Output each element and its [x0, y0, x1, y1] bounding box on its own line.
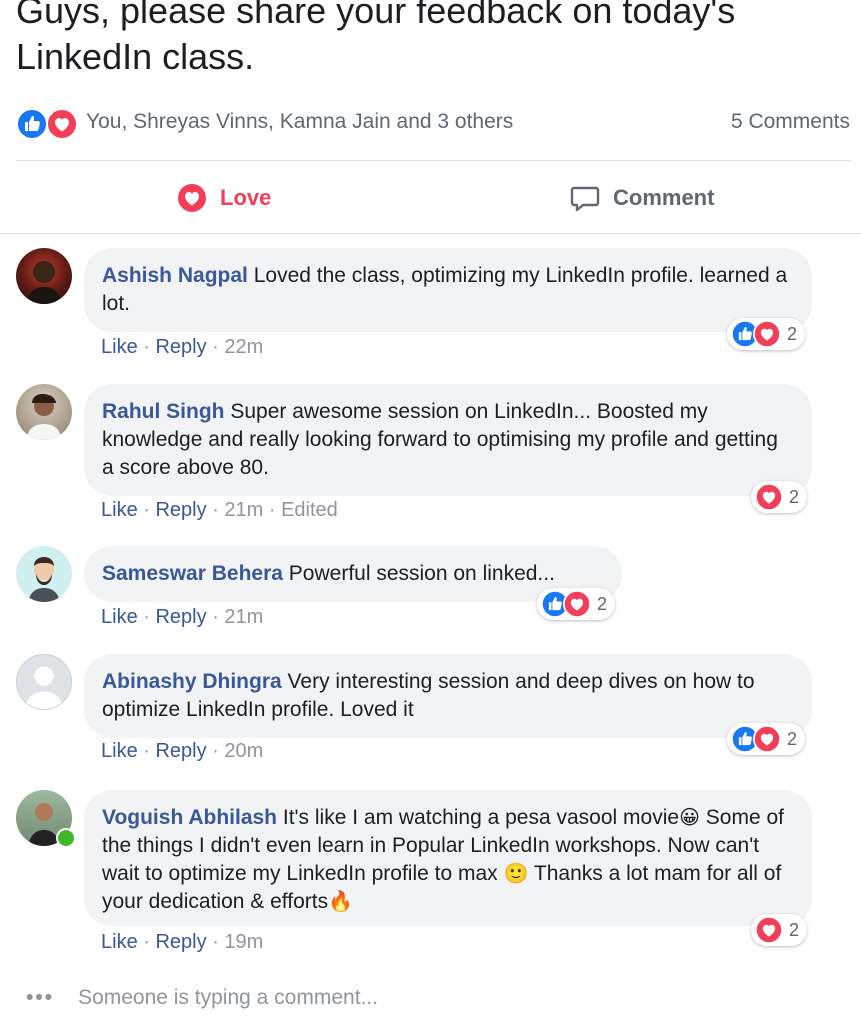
- comment-time[interactable]: 21m: [224, 606, 263, 628]
- comment-reactions-badge[interactable]: 2: [751, 914, 808, 946]
- comment-author[interactable]: Voguish Abhilash: [102, 806, 277, 829]
- comment-meta: Like · Reply · 20m: [101, 740, 264, 762]
- reaction-count: 2: [787, 728, 798, 749]
- comment-time[interactable]: 20m: [224, 740, 263, 762]
- comment-bubble: Ashish Nagpal Loved the class, optimizin…: [84, 248, 812, 332]
- love-icon: [755, 483, 783, 511]
- avatar[interactable]: [16, 248, 72, 304]
- love-icon: [753, 320, 781, 348]
- comment-button[interactable]: Comment: [569, 178, 861, 218]
- edited-label[interactable]: Edited: [281, 499, 338, 521]
- online-status-dot: [56, 828, 76, 848]
- typing-text: Someone is typing a comment...: [78, 986, 379, 1009]
- comment-reactions-badge[interactable]: 2: [537, 588, 616, 620]
- like-link[interactable]: Like: [101, 931, 138, 953]
- smiling-emoji: 🙂: [503, 863, 529, 885]
- comment-button-label: Comment: [613, 185, 715, 210]
- reply-link[interactable]: Reply: [155, 931, 206, 953]
- avatar[interactable]: [16, 546, 72, 602]
- reply-link[interactable]: Reply: [155, 336, 206, 358]
- grinning-emoji: 😀: [679, 807, 700, 829]
- love-icon: [755, 916, 783, 944]
- like-link[interactable]: Like: [101, 606, 138, 628]
- comment-reactions-badge[interactable]: 2: [727, 723, 806, 755]
- comment-bubble: Voguish Abhilash It's like I am watching…: [84, 790, 812, 926]
- reaction-count: 2: [789, 919, 800, 940]
- comment-bubble: Abinashy Dhingra Very interesting sessio…: [84, 654, 812, 738]
- default-user-icon: [24, 666, 64, 709]
- like-link[interactable]: Like: [101, 336, 138, 358]
- reply-link[interactable]: Reply: [155, 499, 206, 521]
- love-icon: [563, 590, 591, 618]
- love-icon: [753, 725, 781, 753]
- post-reaction-icons[interactable]: [16, 106, 80, 142]
- avatar[interactable]: [16, 654, 72, 710]
- reaction-summary[interactable]: You, Shreyas Vinns, Kamna Jain and 3 oth…: [86, 110, 513, 134]
- reply-link[interactable]: Reply: [155, 606, 206, 628]
- comment-meta: Like · Reply · 22m: [101, 336, 264, 358]
- comment-icon: [570, 186, 600, 212]
- comment-meta: Like · Reply · 21m: [101, 606, 264, 628]
- comment-time[interactable]: 19m: [224, 931, 263, 953]
- like-link[interactable]: Like: [101, 499, 138, 521]
- comment-author[interactable]: Rahul Singh: [102, 400, 225, 423]
- typing-indicator: ••• Someone is typing a comment...: [26, 986, 378, 1010]
- comment-author[interactable]: Sameswar Behera: [102, 562, 283, 585]
- reaction-count: 2: [789, 486, 800, 507]
- love-icon: [46, 108, 78, 140]
- divider: [0, 233, 861, 234]
- comment-author[interactable]: Ashish Nagpal: [102, 264, 248, 287]
- like-link[interactable]: Like: [101, 740, 138, 762]
- comment-meta: Like · Reply · 19m: [101, 931, 264, 953]
- comment-author[interactable]: Abinashy Dhingra: [102, 670, 282, 693]
- comment-text: Powerful session on linked...: [288, 562, 555, 585]
- divider: [16, 160, 851, 161]
- like-icon: [16, 108, 48, 140]
- comment-bubble: Rahul Singh Super awesome session on Lin…: [84, 384, 812, 496]
- comment-meta: Like · Reply · 21m · Edited: [101, 499, 338, 521]
- typing-dots-icon: •••: [26, 986, 55, 1009]
- post-text: Guys, please share your feedback on toda…: [16, 0, 736, 77]
- love-button[interactable]: Love: [176, 178, 271, 218]
- comment-time[interactable]: 22m: [224, 336, 263, 358]
- comment-time[interactable]: 21m: [224, 499, 263, 521]
- love-button-label: Love: [220, 185, 272, 210]
- avatar[interactable]: [16, 384, 72, 440]
- comment-reactions-badge[interactable]: 2: [751, 481, 808, 513]
- reaction-count: 2: [597, 593, 608, 614]
- comment-reactions-badge[interactable]: 2: [727, 318, 806, 350]
- reaction-count: 2: [787, 323, 798, 344]
- fire-emoji: 🔥: [328, 891, 353, 913]
- love-icon: [176, 182, 208, 214]
- post-reactions-bar[interactable]: You, Shreyas Vinns, Kamna Jain and 3 oth…: [16, 106, 850, 142]
- comment-count-link[interactable]: 5 Comments: [731, 110, 850, 134]
- comment-text: It's like I am watching a pesa vasool mo…: [282, 806, 680, 829]
- reply-link[interactable]: Reply: [155, 740, 206, 762]
